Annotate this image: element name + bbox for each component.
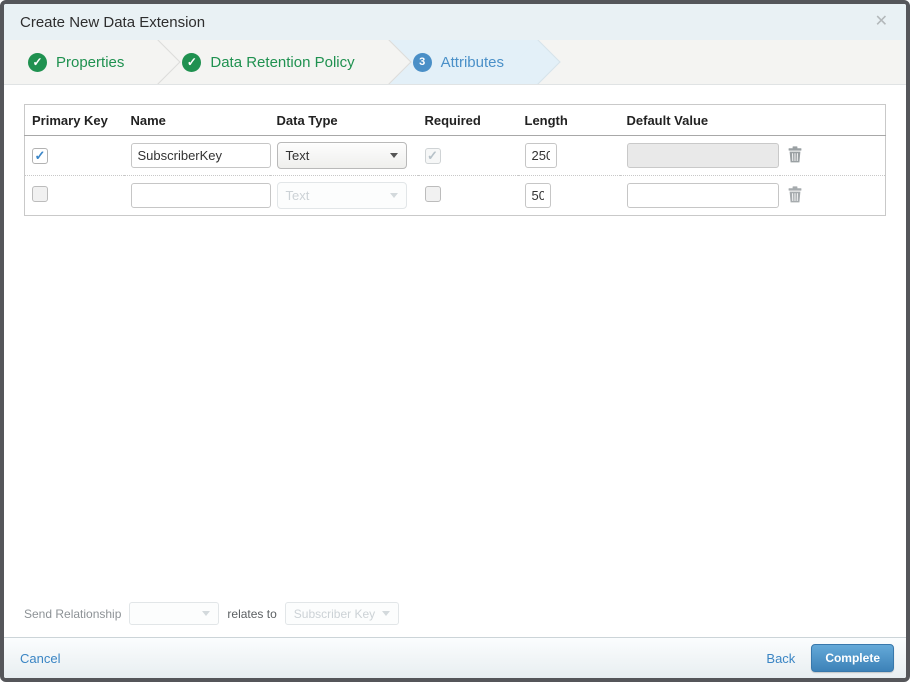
step-label: Data Retention Policy — [210, 53, 355, 71]
name-input[interactable] — [130, 183, 271, 208]
step-properties[interactable]: ✓ Properties — [4, 40, 158, 84]
data-type-value: Text — [285, 148, 310, 163]
dialog-title: Create New Data Extension — [20, 13, 206, 31]
chevron-down-icon — [382, 611, 391, 616]
relates-to-value: Subscriber Key — [293, 606, 376, 621]
chevron-down-icon — [389, 193, 398, 198]
col-header-actions — [779, 104, 886, 136]
dialog-content: Primary Key Name Data Type Required Leng… — [4, 85, 906, 637]
table-header-row: Primary Key Name Data Type Required Leng… — [24, 104, 886, 136]
col-header-required: Required — [417, 104, 518, 136]
primary-key-checkbox[interactable] — [32, 147, 48, 164]
col-header-name: Name — [123, 104, 270, 136]
length-input[interactable] — [524, 183, 551, 208]
attribute-row-1: Text — [25, 136, 886, 176]
create-data-extension-dialog: Create New Data Extension ✕ ✓ Properties… — [0, 0, 910, 682]
back-link[interactable]: Back — [766, 651, 795, 666]
wizard-steps: ✓ Properties ✓ Data Retention Policy 3 A… — [4, 40, 906, 85]
attributes-table: Primary Key Name Data Type Required Leng… — [24, 104, 886, 216]
required-checkbox — [424, 147, 441, 164]
step-data-retention-policy[interactable]: ✓ Data Retention Policy — [158, 40, 388, 84]
cancel-link[interactable]: Cancel — [20, 651, 60, 666]
col-header-data-type: Data Type — [269, 104, 418, 136]
step-label: Properties — [56, 53, 125, 71]
send-relationship-label: Send Relationship — [24, 606, 122, 621]
data-type-value: Text — [285, 188, 310, 203]
col-header-primary-key: Primary Key — [24, 104, 124, 136]
close-icon[interactable]: ✕ — [871, 12, 892, 32]
relates-to-select: Subscriber Key — [284, 602, 400, 625]
complete-button[interactable]: Complete — [811, 644, 894, 672]
check-circle-icon: ✓ — [28, 52, 47, 72]
dialog-footer: Cancel Back Complete — [4, 637, 906, 678]
step-number-badge: 3 — [412, 52, 432, 72]
chevron-down-icon — [202, 611, 211, 616]
length-input[interactable] — [524, 143, 557, 168]
chevron-down-icon — [389, 153, 398, 158]
trash-icon[interactable] — [787, 185, 803, 203]
check-circle-icon: ✓ — [182, 52, 202, 72]
send-relationship-select — [129, 602, 220, 625]
trash-icon[interactable] — [787, 145, 803, 163]
default-value-input — [626, 143, 779, 168]
send-relationship-row: Send Relationship relates to Subscriber … — [20, 602, 886, 637]
col-header-default-value: Default Value — [619, 104, 780, 136]
col-header-length: Length — [517, 104, 620, 136]
data-type-select: Text — [276, 182, 407, 209]
relates-to-label: relates to — [227, 606, 277, 621]
step-label: Attributes — [440, 53, 504, 71]
data-type-select[interactable]: Text — [276, 142, 407, 169]
name-input[interactable] — [130, 143, 271, 168]
primary-key-checkbox[interactable] — [32, 186, 48, 202]
footer-right-group: Back Complete — [766, 644, 894, 672]
dialog-titlebar: Create New Data Extension ✕ — [4, 4, 906, 40]
required-checkbox[interactable] — [424, 186, 441, 202]
attribute-row-2: Text — [24, 175, 886, 216]
default-value-input[interactable] — [626, 183, 779, 208]
